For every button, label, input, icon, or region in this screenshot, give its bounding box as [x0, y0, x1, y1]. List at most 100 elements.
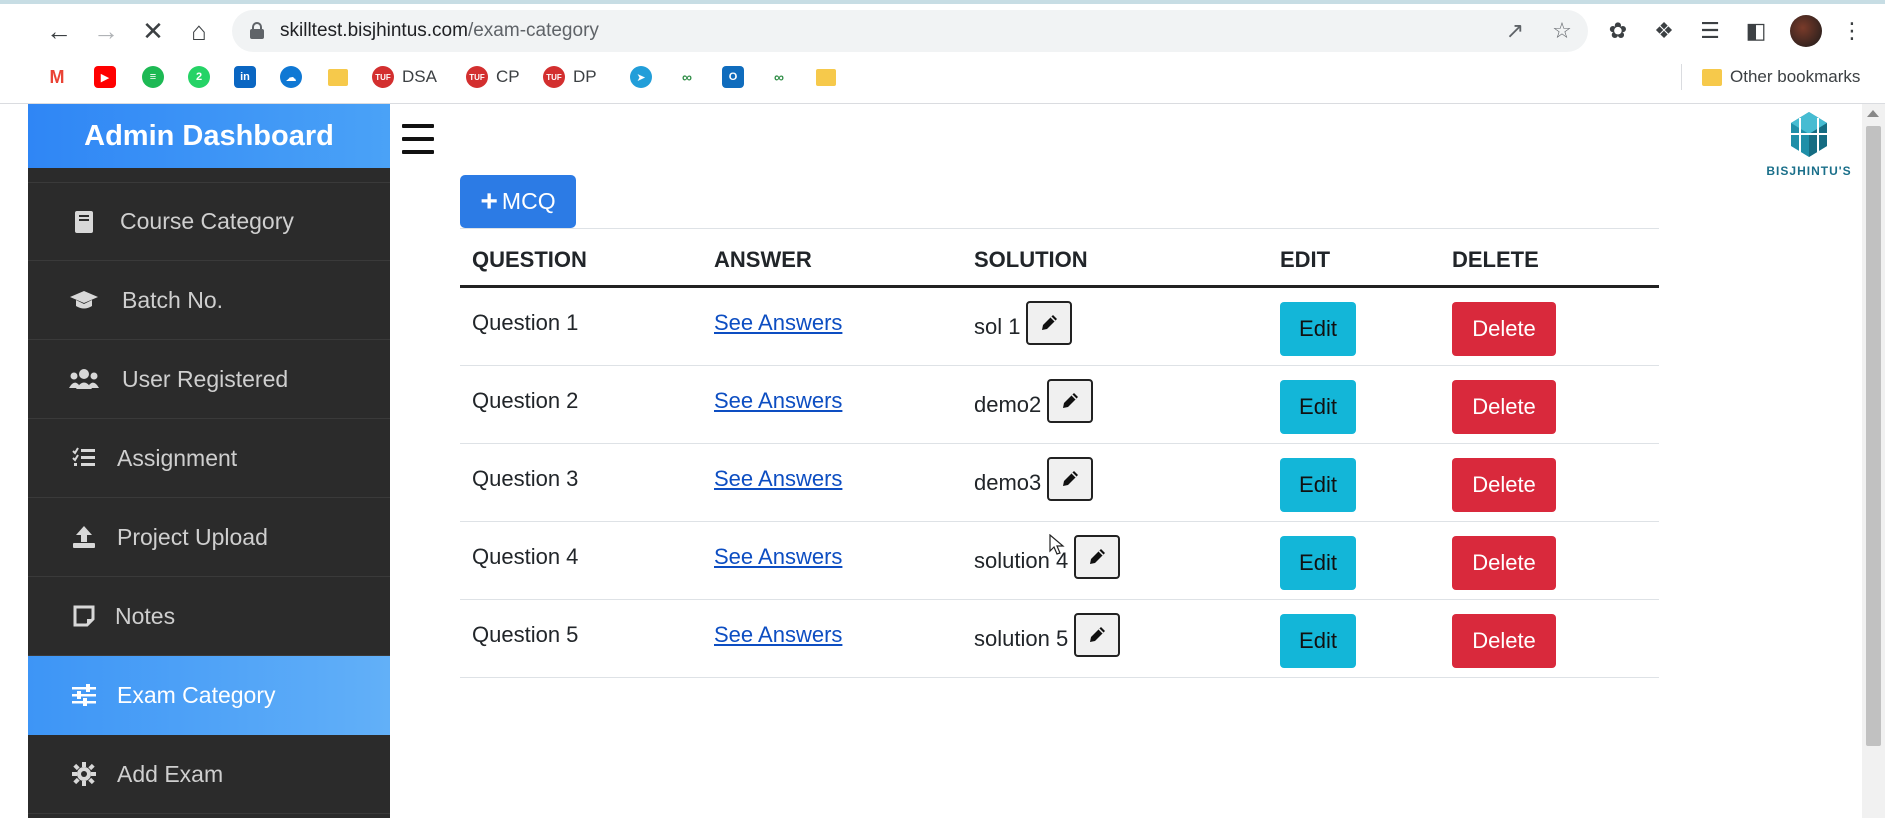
delete-button[interactable]: Delete: [1452, 380, 1556, 434]
address-bar[interactable]: skilltest.bisjhintus.com/exam-category ↗…: [232, 10, 1588, 52]
delete-button[interactable]: Delete: [1452, 458, 1556, 512]
plus-icon: +: [480, 184, 498, 218]
side-panel-icon[interactable]: ◧: [1740, 14, 1772, 48]
question-cell: Question 2: [472, 388, 579, 413]
scroll-up-arrow-icon[interactable]: [1867, 110, 1879, 117]
url-host: skilltest.bisjhintus.com: [280, 20, 468, 41]
bug-extension-icon[interactable]: ✿: [1602, 14, 1634, 48]
table-row: Question 5 See Answers solution 5 Edit D…: [460, 600, 1659, 678]
edit-button[interactable]: Edit: [1280, 458, 1356, 512]
spotify-icon: ≡: [142, 66, 164, 88]
edit-solution-button[interactable]: [1074, 613, 1121, 657]
url-path: /exam-category: [467, 20, 599, 41]
sidebar-item-course-category[interactable]: Course Category: [28, 182, 390, 261]
edit-button[interactable]: Edit: [1280, 302, 1356, 356]
bookmark-onedrive[interactable]: ☁: [280, 64, 310, 90]
sidebar-item-assignment[interactable]: Assignment: [28, 419, 390, 498]
see-answers-link[interactable]: See Answers: [714, 388, 842, 414]
sidebar-item-label: Project Upload: [117, 523, 268, 550]
bookmark-star-icon[interactable]: ☆: [1549, 18, 1575, 44]
bookmark-gmail[interactable]: M: [46, 64, 76, 90]
lock-icon[interactable]: [250, 22, 264, 39]
bookmark-cp-label: CP: [496, 67, 520, 86]
sidebar-item-project-upload[interactable]: Project Upload: [28, 498, 390, 577]
bookmarks-separator: [1681, 64, 1682, 90]
solution-text: sol 1: [974, 314, 1021, 339]
tasks-icon: [70, 444, 98, 472]
bookmark-telegram[interactable]: ➤: [630, 64, 660, 90]
question-cell: Question 3: [472, 466, 579, 491]
solution-text: demo2: [974, 392, 1042, 417]
bookmark-folder[interactable]: [328, 64, 356, 90]
book-icon: [70, 208, 98, 236]
solution-text: solution 5: [974, 626, 1069, 651]
bookmark-outlook[interactable]: O: [722, 64, 752, 90]
bookmark-gfg[interactable]: ∞: [676, 64, 706, 90]
edit-solution-button[interactable]: [1047, 457, 1094, 501]
edit-button[interactable]: Edit: [1280, 536, 1356, 590]
delete-button[interactable]: Delete: [1452, 536, 1556, 590]
mouse-cursor-icon: [1049, 534, 1065, 555]
scrollbar-thumb[interactable]: [1866, 126, 1881, 746]
bookmark-linkedin[interactable]: in: [234, 64, 264, 90]
solution-cell: solution 4: [974, 534, 1121, 580]
bookmark-youtube[interactable]: ▶: [94, 64, 124, 90]
sidebar-item-label: Batch No.: [122, 286, 223, 313]
delete-button[interactable]: Delete: [1452, 614, 1556, 668]
more-menu-icon[interactable]: ⋮: [1836, 14, 1868, 48]
page-scrollbar[interactable]: [1862, 104, 1885, 818]
edit-solution-button[interactable]: [1074, 535, 1121, 579]
bookmark-dp-label: DP: [573, 67, 597, 86]
upload-icon: [70, 523, 98, 551]
sidebar-item-notes[interactable]: Notes: [28, 577, 390, 656]
home-icon[interactable]: ⌂: [182, 14, 216, 48]
bookmark-dp[interactable]: TUF DP: [543, 64, 597, 90]
see-answers-link[interactable]: See Answers: [714, 466, 842, 492]
table-row: Question 2 See Answers demo2 Edit Delete: [460, 366, 1659, 444]
edit-solution-button[interactable]: [1047, 379, 1094, 423]
tab-strip-edge: [0, 0, 1885, 4]
add-mcq-button[interactable]: + MCQ: [460, 175, 576, 228]
bookmark-folder-2[interactable]: [816, 64, 844, 90]
stop-loading-icon[interactable]: ✕: [136, 14, 170, 48]
sidebar-item-add-exam[interactable]: Add Exam: [28, 735, 390, 814]
questions-table: QUESTION ANSWER SOLUTION EDIT DELETE Que…: [460, 228, 1659, 678]
forward-icon[interactable]: →: [89, 14, 123, 48]
share-icon[interactable]: ↗: [1502, 18, 1528, 44]
edit-solution-button[interactable]: [1026, 301, 1073, 345]
bookmark-spotify[interactable]: ≡: [142, 64, 172, 90]
sidebar-item-batch-no[interactable]: Batch No.: [28, 261, 390, 340]
sidebar-item-exam-category[interactable]: Exam Category: [28, 656, 390, 735]
back-icon[interactable]: ←: [42, 14, 76, 48]
bookmark-whatsapp[interactable]: 2: [188, 64, 218, 90]
question-cell: Question 5: [472, 622, 579, 647]
edit-button[interactable]: Edit: [1280, 380, 1356, 434]
media-queue-icon[interactable]: ☰: [1694, 14, 1726, 48]
hamburger-menu-icon[interactable]: [402, 124, 434, 154]
edit-button[interactable]: Edit: [1280, 614, 1356, 668]
sidebar-title: Admin Dashboard: [28, 104, 390, 168]
bookmark-cp[interactable]: TUF CP: [466, 64, 520, 90]
see-answers-link[interactable]: See Answers: [714, 544, 842, 570]
onedrive-icon: ☁: [280, 66, 302, 88]
see-answers-link[interactable]: See Answers: [714, 310, 842, 336]
folder-icon: [1702, 68, 1722, 86]
bookmark-dsa[interactable]: TUF DSA: [372, 64, 437, 90]
brand-logo[interactable]: BISJHINTU'S: [1757, 108, 1861, 182]
pencil-icon: [1063, 471, 1079, 486]
brand-name: BISJHINTU'S: [1766, 164, 1852, 178]
pencil-icon: [1042, 315, 1058, 330]
url-text: skilltest.bisjhintus.com/exam-category: [280, 20, 599, 42]
tuf-icon: TUF: [466, 66, 488, 88]
solution-text: demo3: [974, 470, 1042, 495]
youtube-icon: ▶: [94, 66, 116, 88]
delete-button[interactable]: Delete: [1452, 302, 1556, 356]
note-icon: [70, 602, 98, 630]
see-answers-link[interactable]: See Answers: [714, 622, 842, 648]
bookmark-gfg-2[interactable]: ∞: [768, 64, 798, 90]
whatsapp-icon: 2: [188, 66, 210, 88]
other-bookmarks[interactable]: Other bookmarks: [1702, 64, 1860, 90]
extensions-puzzle-icon[interactable]: ❖: [1648, 14, 1680, 48]
profile-avatar[interactable]: [1790, 15, 1822, 47]
sidebar-item-user-registered[interactable]: User Registered: [28, 340, 390, 419]
